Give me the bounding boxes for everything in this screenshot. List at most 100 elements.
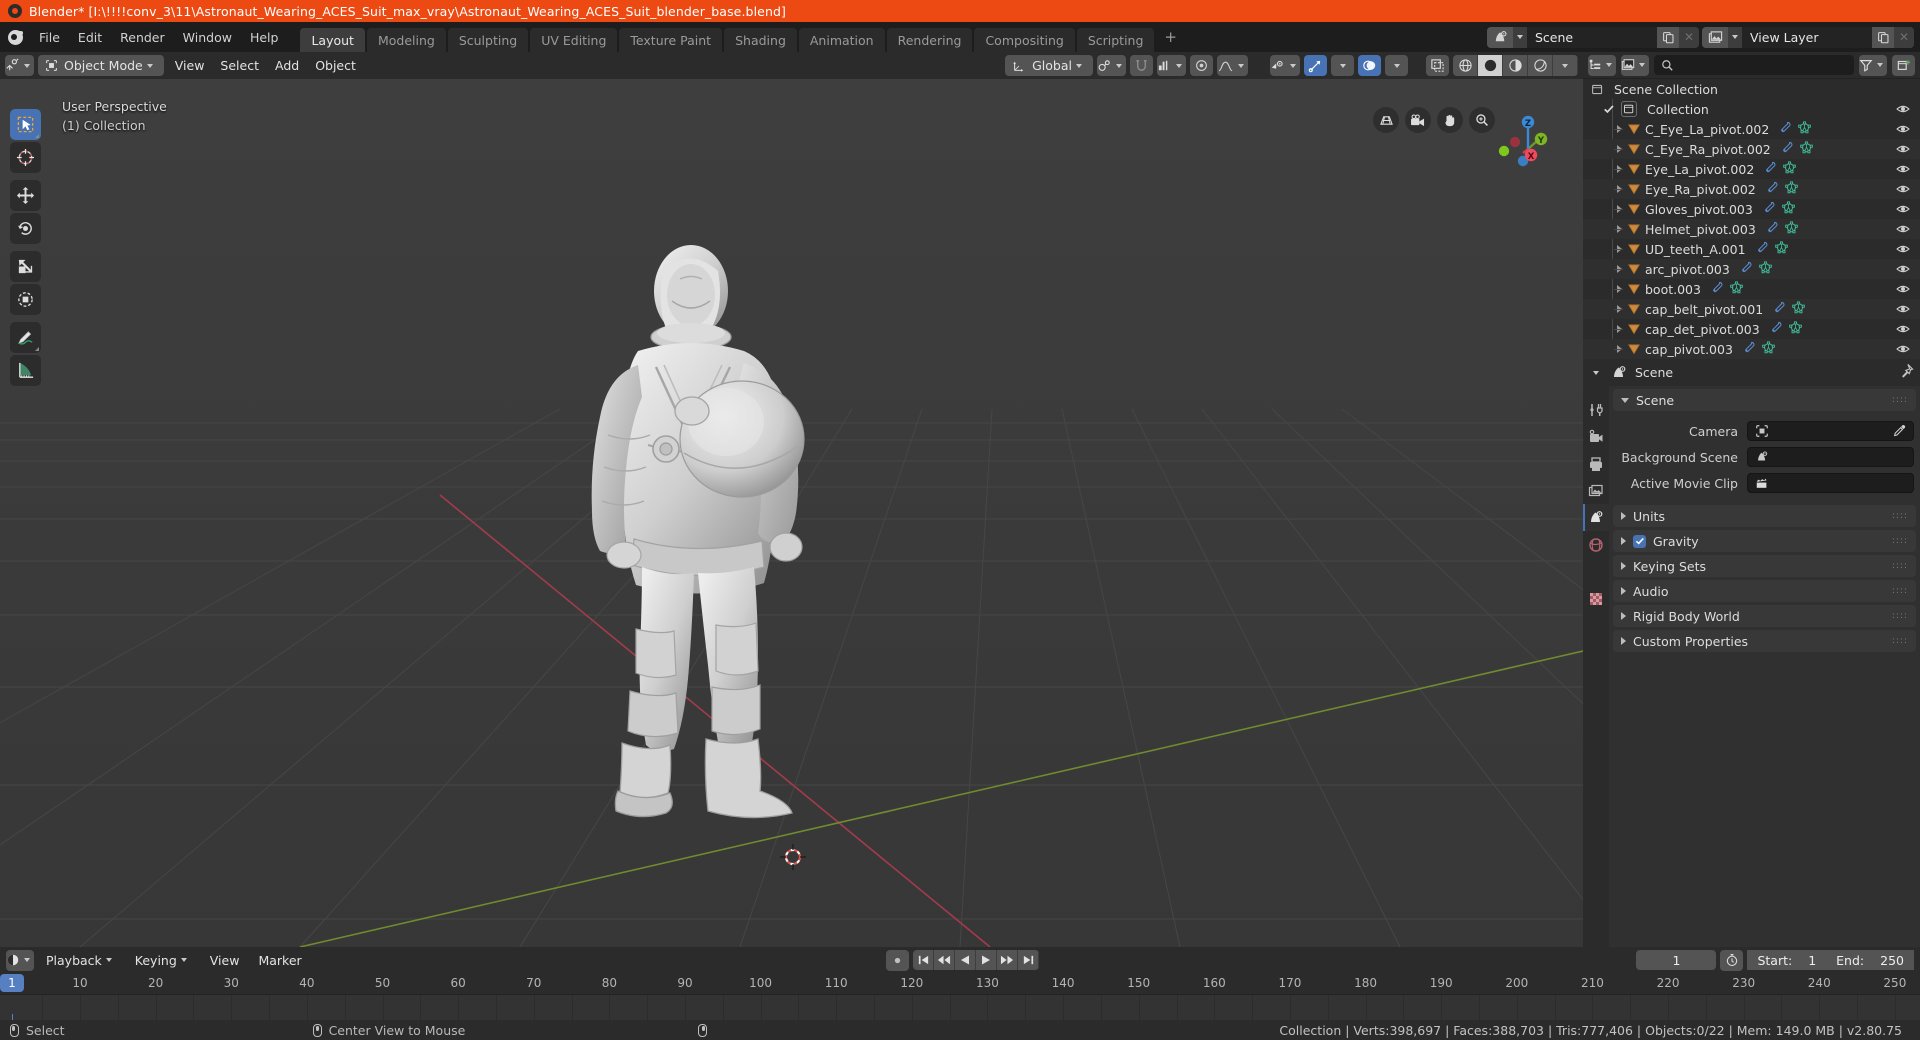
properties-tab-world[interactable] — [1583, 531, 1609, 558]
transform-orientation-selector[interactable]: Global — [1005, 55, 1093, 76]
camera-field[interactable] — [1747, 421, 1914, 441]
view-layer-dropdown-chevron-icon[interactable] — [1732, 35, 1738, 39]
properties-tab-tool[interactable] — [1583, 396, 1609, 423]
mesh-data-icon[interactable] — [1798, 121, 1812, 137]
outliner-row-object[interactable]: cap_pivot.003 — [1583, 339, 1920, 359]
toggle-camera-perspective-icon[interactable] — [1373, 107, 1399, 133]
mesh-data-icon[interactable] — [1783, 161, 1797, 177]
gizmo-options-chevron-icon[interactable] — [1331, 55, 1354, 76]
overlay-options-chevron-icon[interactable] — [1385, 55, 1408, 76]
timeline-editor-type-selector[interactable] — [6, 949, 34, 971]
mesh-data-icon[interactable] — [1784, 181, 1798, 197]
measure-tool[interactable] — [10, 355, 41, 386]
mesh-data-icon[interactable] — [1784, 221, 1798, 237]
toggle-xray-button[interactable] — [1426, 55, 1449, 76]
mesh-data-icon[interactable] — [1774, 241, 1788, 257]
object-visibility-eye-icon[interactable] — [1896, 342, 1910, 359]
panel-header-custom-properties[interactable]: Custom Properties :::: — [1613, 630, 1916, 652]
jump-to-start-button[interactable] — [913, 950, 935, 970]
outliner-filter-button[interactable] — [1859, 54, 1887, 76]
tab-texture-paint[interactable]: Texture Paint — [619, 28, 723, 52]
move-tool[interactable] — [10, 180, 41, 211]
outliner-row-object[interactable]: Helmet_pivot.003 — [1583, 219, 1920, 239]
menu-help[interactable]: Help — [241, 22, 288, 52]
shading-solid[interactable] — [1478, 55, 1503, 76]
modifier-icon[interactable] — [1773, 301, 1786, 317]
timeline-ruler[interactable]: 1 10 20 30 40 50 60 70 80 90 100 110 120 130 140 150 16… — [0, 973, 1920, 995]
camera-eyedropper-icon[interactable] — [1889, 424, 1909, 438]
properties-editor-type-chevron-icon[interactable] — [1593, 370, 1599, 375]
proportional-editing-toggle[interactable] — [1190, 55, 1213, 76]
viewport-menu-select[interactable]: Select — [213, 55, 266, 76]
outliner-row-collection[interactable]: Collection — [1583, 99, 1920, 119]
panel-header-scene[interactable]: Scene :::: — [1613, 389, 1916, 411]
add-workspace-button[interactable]: + — [1156, 28, 1185, 46]
viewport-menu-object[interactable]: Object — [308, 55, 363, 76]
new-collection-button[interactable] — [1892, 54, 1915, 76]
frame-start-field[interactable]: Start: 1 — [1747, 950, 1827, 970]
viewport-menu-add[interactable]: Add — [268, 55, 306, 76]
outliner-search-input[interactable] — [1654, 55, 1854, 75]
camera-view-icon[interactable] — [1405, 107, 1431, 133]
object-visibility-eye-icon[interactable] — [1896, 322, 1910, 339]
outliner-row-object[interactable]: Eye_La_pivot.002 — [1583, 159, 1920, 179]
tab-compositing[interactable]: Compositing — [974, 28, 1075, 52]
editor-type-selector[interactable] — [5, 55, 34, 76]
move-view-hand-icon[interactable] — [1437, 107, 1463, 133]
panel-header-keying-sets[interactable]: Keying Sets :::: — [1613, 555, 1916, 577]
modifier-icon[interactable] — [1770, 321, 1783, 337]
remove-scene-button[interactable]: ✕ — [1679, 26, 1699, 48]
panel-header-gravity[interactable]: Gravity :::: — [1613, 530, 1916, 552]
shading-wireframe[interactable] — [1453, 55, 1478, 76]
outliner-row-object[interactable]: C_Eye_Ra_pivot.002 — [1583, 139, 1920, 159]
mesh-data-icon[interactable] — [1762, 341, 1775, 357]
show-gizmo-toggle[interactable] — [1304, 55, 1327, 76]
outliner-row-object[interactable]: cap_det_pivot.003 — [1583, 319, 1920, 339]
timeline-menu-keying[interactable]: Keying — [128, 950, 198, 971]
panel-header-rigid-body-world[interactable]: Rigid Body World :::: — [1613, 605, 1916, 627]
transform-tool[interactable] — [10, 284, 41, 315]
modifier-icon[interactable] — [1766, 181, 1779, 197]
gravity-checkbox[interactable] — [1633, 534, 1646, 548]
object-visibility-eye-icon[interactable] — [1896, 122, 1910, 139]
tab-animation[interactable]: Animation — [798, 28, 885, 52]
show-overlays-toggle[interactable] — [1358, 55, 1381, 76]
object-visibility-eye-icon[interactable] — [1896, 162, 1910, 179]
timeline-track-area[interactable] — [0, 995, 1920, 1040]
properties-tab-output[interactable] — [1583, 450, 1609, 477]
scene-datablock[interactable]: Scene ✕ — [1487, 26, 1699, 48]
jump-to-end-button[interactable] — [1018, 950, 1040, 970]
modifier-icon[interactable] — [1781, 141, 1794, 157]
scale-tool[interactable] — [10, 251, 41, 282]
view-layer-name-field[interactable]: View Layer — [1742, 26, 1872, 48]
menu-file[interactable]: File — [30, 22, 69, 52]
modifier-icon[interactable] — [1711, 281, 1724, 297]
new-scene-button[interactable] — [1657, 26, 1679, 48]
shading-options-chevron-icon[interactable] — [1553, 55, 1578, 76]
outliner-editor-type-selector[interactable] — [1588, 54, 1616, 76]
modifier-icon[interactable] — [1740, 261, 1753, 277]
outliner-row-object[interactable]: Gloves_pivot.003 — [1583, 199, 1920, 219]
modifier-icon[interactable] — [1756, 241, 1769, 257]
menu-window[interactable]: Window — [174, 22, 241, 52]
modifier-icon[interactable] — [1764, 161, 1777, 177]
viewport-axis-gizmo[interactable]: Z Y X — [1487, 109, 1561, 183]
falloff-curve-selector[interactable] — [1217, 55, 1248, 76]
outliner-display-mode-selector[interactable] — [1621, 54, 1649, 76]
properties-tab-view-layer[interactable] — [1583, 477, 1609, 504]
scene-dropdown-chevron-icon[interactable] — [1517, 35, 1523, 39]
outliner-row-object[interactable]: C_Eye_La_pivot.002 — [1583, 119, 1920, 139]
object-visibility-eye-icon[interactable] — [1896, 202, 1910, 219]
object-visibility-eye-icon[interactable] — [1896, 282, 1910, 299]
play-reverse-button[interactable] — [955, 950, 977, 970]
outliner-row-object[interactable]: cap_belt_pivot.001 — [1583, 299, 1920, 319]
select-box-tool[interactable] — [10, 109, 41, 140]
modifier-icon[interactable] — [1779, 121, 1792, 137]
proportional-edit-falloff-selector[interactable] — [1157, 55, 1186, 76]
viewport-canvas[interactable]: User Perspective (1) Collection Z Y X — [0, 79, 1583, 947]
mesh-data-icon[interactable] — [1730, 281, 1743, 297]
outliner-row-object[interactable]: boot.003 — [1583, 279, 1920, 299]
jump-next-keyframe-button[interactable] — [997, 950, 1019, 970]
properties-tab-scene[interactable] — [1583, 504, 1609, 531]
mesh-data-icon[interactable] — [1788, 321, 1802, 337]
